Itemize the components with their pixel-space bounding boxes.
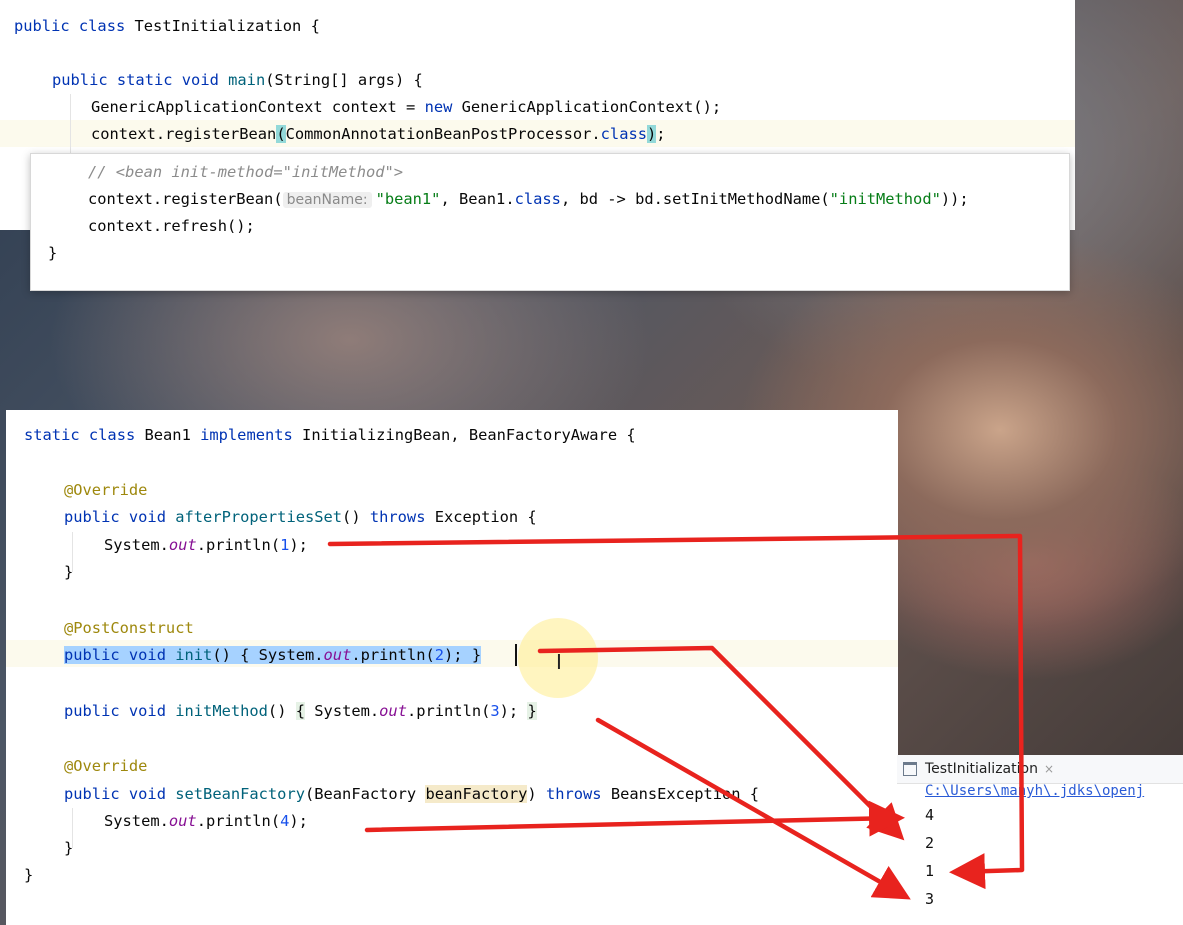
code-line-bean1-decl[interactable]: static class Bean1 implements Initializi… [24,422,636,448]
console-window-icon [903,762,917,776]
output-line: 3 [925,890,935,908]
ibeam-cursor-icon: I [556,650,562,674]
code-line-init-selected[interactable]: public void init() { System.out.println(… [64,642,482,668]
code-line-main-decl[interactable]: public static void main(String[] args) { [52,67,423,93]
code-line-println-1[interactable]: System.out.println(1); [104,532,308,558]
param-name-hint: beanName: [282,192,372,208]
code-comment-init-method: // <bean init-method="initMethod"> [88,163,404,181]
code-line-close-brace[interactable]: } [64,835,73,861]
editor-panel-bean1[interactable]: static class Bean1 implements Initializi… [6,410,898,925]
code-line-refresh[interactable]: context.refresh(); [88,213,255,239]
code-line-class-close-brace[interactable]: } [24,862,33,888]
indent-guide [70,94,71,154]
output-line: 4 [925,806,935,824]
code-line-context-new[interactable]: GenericApplicationContext context = new … [91,94,721,120]
code-line-register-bean1[interactable]: context.registerBean(beanName: "bean1", B… [88,186,969,212]
code-line-register-processor[interactable]: context.registerBean(CommonAnnotationBea… [91,121,666,147]
annotation-override[interactable]: @Override [64,753,147,779]
run-tab[interactable]: TestInitialization × [897,755,1183,784]
code-line-init-method[interactable]: public void initMethod() { System.out.pr… [64,698,537,724]
code-popup-panel[interactable]: // <bean init-method="initMethod"> conte… [30,153,1070,291]
annotation-post-construct[interactable]: @PostConstruct [64,615,194,641]
code-line-close-brace[interactable]: } [64,559,73,585]
text-caret [515,644,517,666]
jdk-path-link[interactable]: C:\Users\manyh\.jdks\openj [925,783,1180,803]
run-tab-label: TestInitialization [925,761,1038,777]
close-icon[interactable]: × [1044,762,1054,776]
output-line: 2 [925,834,935,852]
code-line-after-properties-set[interactable]: public void afterPropertiesSet() throws … [64,504,537,530]
code-line-println-4[interactable]: System.out.println(4); [104,808,308,834]
output-line: 1 [925,862,935,880]
run-output-panel[interactable]: TestInitialization × C:\Users\manyh\.jdk… [897,755,1183,925]
code-line-class-decl[interactable]: public class TestInitialization { [14,13,320,39]
code-line-set-bean-factory[interactable]: public void setBeanFactory(BeanFactory b… [64,781,759,807]
annotation-override[interactable]: @Override [64,477,147,503]
code-line-close-brace[interactable]: } [48,240,57,266]
